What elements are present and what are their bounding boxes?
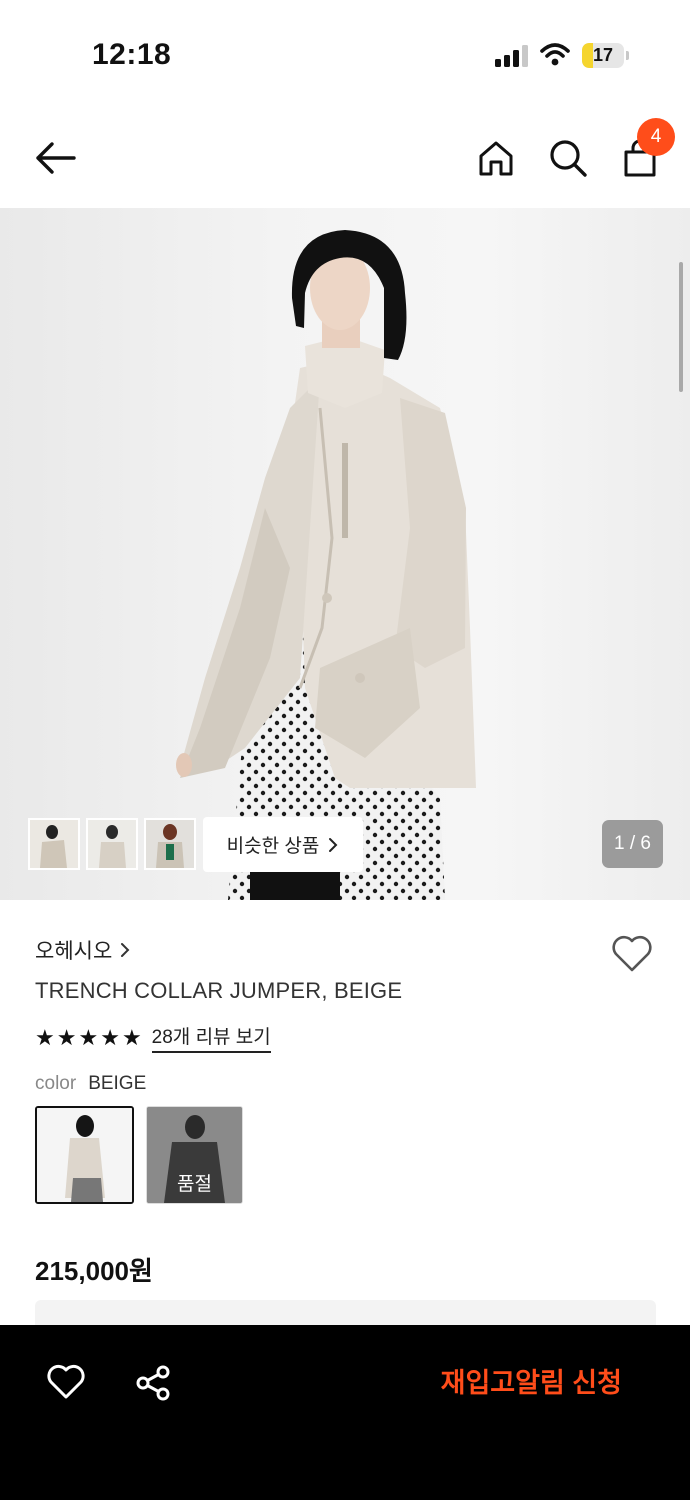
- restock-alert-button[interactable]: 재입고알림 신청: [380, 1353, 670, 1413]
- product-title: TRENCH COLLAR JUMPER, BEIGE: [35, 978, 403, 1003]
- rating-stars: ★ ★ ★ ★ ★: [35, 1024, 142, 1050]
- cellular-signal-icon: [495, 45, 528, 67]
- color-label: color: [35, 1073, 77, 1094]
- heart-outline-icon[interactable]: [610, 934, 654, 974]
- gallery-thumbnail[interactable]: [86, 818, 138, 870]
- arrow-left-icon[interactable]: [30, 138, 78, 178]
- search-icon[interactable]: [548, 138, 588, 178]
- product-image-gallery[interactable]: 비슷한 상품 1 / 6: [0, 208, 690, 900]
- color-option-row: color BEIGE: [35, 1073, 146, 1095]
- battery-level: 17: [592, 45, 614, 65]
- top-navigation: [0, 110, 690, 208]
- product-price: 215,000원: [35, 1256, 153, 1286]
- color-swatch-beige[interactable]: [35, 1106, 134, 1204]
- share-icon[interactable]: [135, 1365, 171, 1401]
- selected-color: BEIGE: [88, 1073, 147, 1094]
- battery-indicator: 17: [582, 43, 630, 68]
- home-icon[interactable]: [476, 138, 516, 178]
- heart-outline-icon[interactable]: [46, 1363, 86, 1401]
- chevron-right-icon: [121, 943, 130, 957]
- review-link[interactable]: 28개 리뷰 보기: [151, 1022, 271, 1053]
- product-photo: [176, 230, 476, 900]
- chevron-right-icon: [329, 837, 338, 852]
- star-icon: ★: [78, 1024, 99, 1050]
- cart-count-badge: 4: [637, 118, 675, 156]
- status-time: 12:18: [92, 38, 172, 71]
- bottom-action-bar: 재입고알림 신청: [0, 1325, 690, 1500]
- star-icon: ★: [35, 1024, 55, 1050]
- gallery-thumbnails: [28, 818, 196, 870]
- brand-name: 오헤시오: [35, 940, 113, 963]
- brand-link[interactable]: 오헤시오: [35, 935, 130, 965]
- gallery-thumbnail[interactable]: [28, 818, 80, 870]
- scroll-indicator[interactable]: [679, 262, 683, 392]
- star-icon: ★: [56, 1024, 77, 1050]
- wifi-icon: [540, 43, 570, 66]
- color-swatch-black[interactable]: 품절: [146, 1106, 243, 1204]
- star-icon: ★: [100, 1024, 120, 1050]
- sold-out-label: 품절: [177, 1174, 212, 1195]
- status-bar: 12:18 17: [0, 0, 690, 110]
- image-counter: 1 / 6: [602, 820, 663, 868]
- star-icon: ★: [121, 1024, 142, 1050]
- gallery-thumbnail[interactable]: [144, 818, 196, 870]
- rating-row: ★ ★ ★ ★ ★ 28개 리뷰 보기: [35, 1022, 271, 1053]
- similar-products-label: 비슷한 상품: [226, 836, 320, 857]
- similar-products-button[interactable]: 비슷한 상품: [203, 817, 363, 872]
